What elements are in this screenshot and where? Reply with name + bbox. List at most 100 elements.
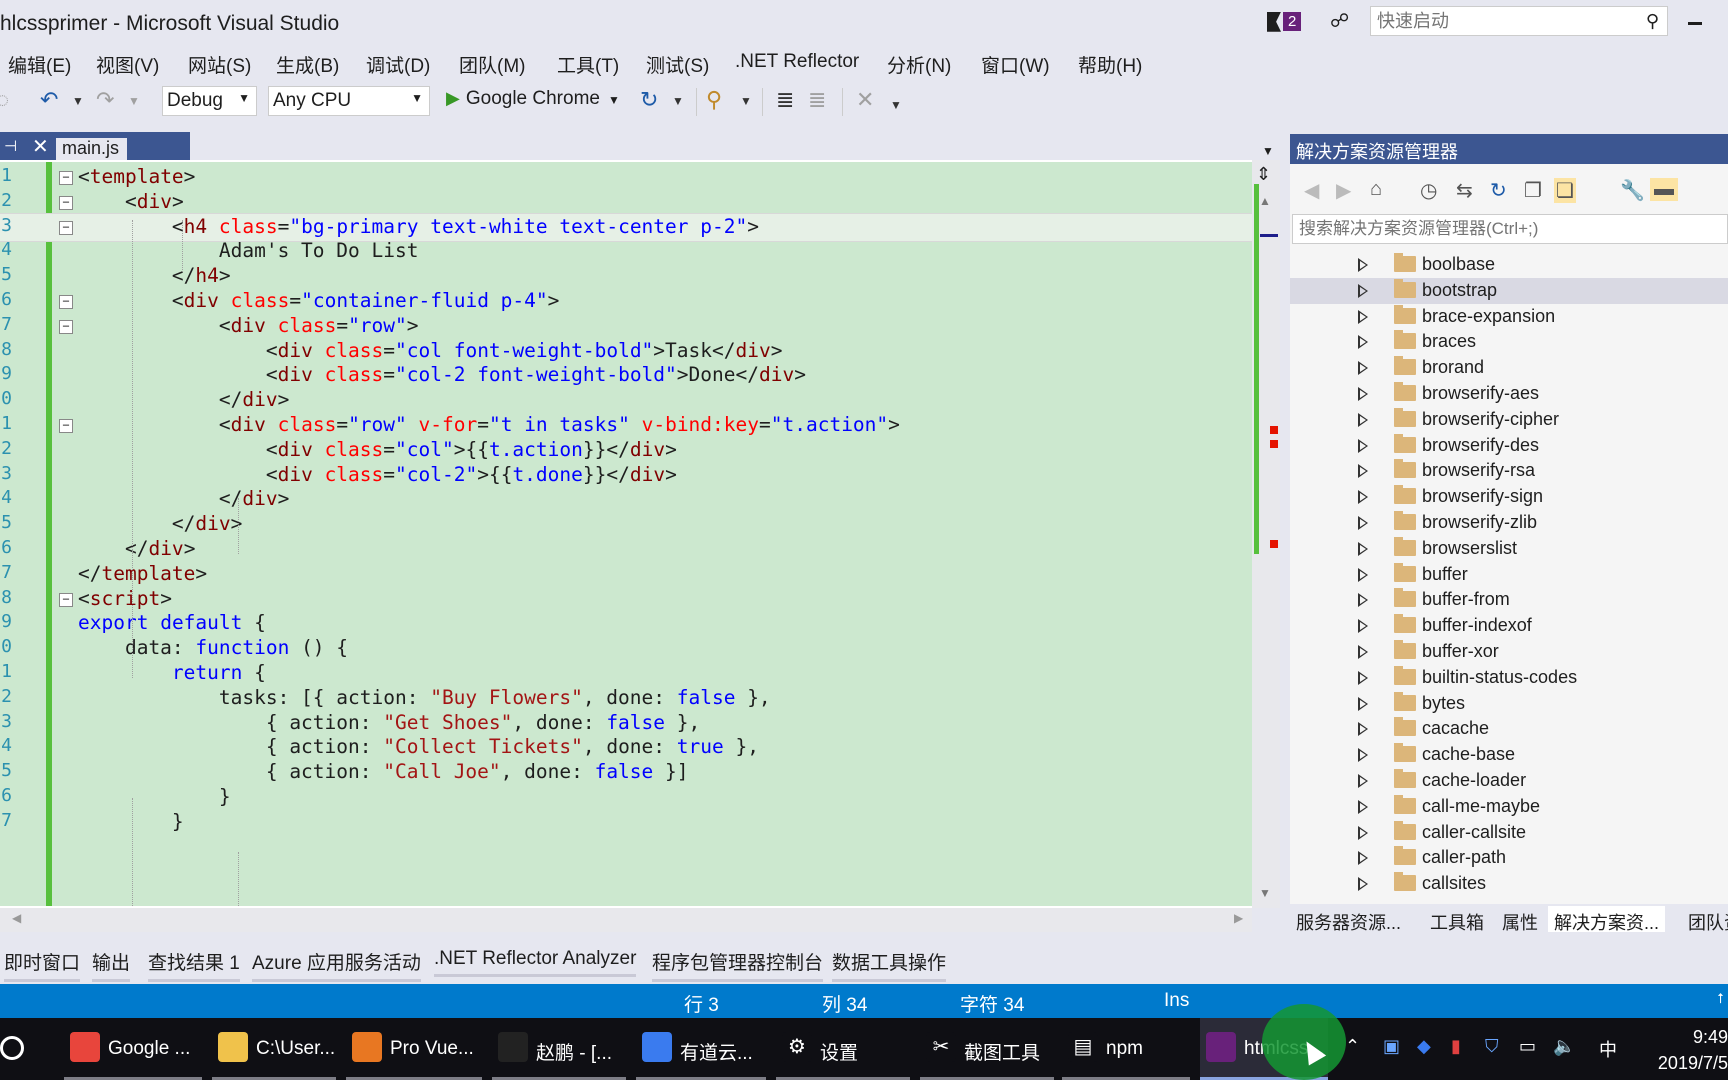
tree-item[interactable]: browserify-aes	[1290, 381, 1728, 407]
expand-icon[interactable]	[1358, 670, 1368, 685]
code-line[interactable]: 1− <div class="row" v-for="t in tasks" v…	[0, 412, 1252, 439]
taskbar-item[interactable]: ⚙ 设置	[776, 1018, 910, 1080]
preview-icon[interactable]: ▬	[1650, 178, 1678, 201]
overflow-icon[interactable]: ▼	[890, 98, 902, 112]
menu-view[interactable]: 视图(V)	[96, 51, 159, 78]
quick-launch-input[interactable]	[1371, 7, 1631, 35]
scroll-down-icon[interactable]: ▼	[1259, 886, 1271, 900]
security-icon[interactable]: ▮	[1451, 1036, 1461, 1057]
pin-icon[interactable]: ⊣	[4, 137, 17, 155]
code-line[interactable]: 1 return {	[0, 660, 1252, 687]
tab-immediate-window[interactable]: 即时窗口	[4, 948, 81, 982]
tree-item[interactable]: caller-callsite	[1290, 820, 1728, 846]
taskbar-item[interactable]: ▤ npm	[1062, 1018, 1190, 1080]
code-line[interactable]: 2 − <div>	[0, 189, 1252, 216]
tree-item[interactable]: brorand	[1290, 355, 1728, 381]
tab-output[interactable]: 输出	[92, 948, 131, 982]
code-line[interactable]: 0 data: function () {	[0, 635, 1252, 662]
collapse-icon[interactable]: −	[59, 195, 73, 210]
taskbar-item[interactable]: ✂ 截图工具	[920, 1018, 1054, 1080]
tab-data-tools[interactable]: 数据工具操作	[832, 948, 947, 982]
code-editor[interactable]: 1− <template> 2− <div> 3− <h4 class="bg-pri…	[0, 160, 1280, 908]
expand-icon[interactable]	[1358, 645, 1368, 659]
indent-icon[interactable]: ≣	[776, 87, 794, 113]
taskbar-item[interactable]: Google ...	[64, 1018, 202, 1080]
forward-icon[interactable]: ▶	[1336, 178, 1351, 203]
collapse-icon[interactable]: −	[59, 319, 73, 334]
expand-icon[interactable]	[1358, 258, 1368, 272]
clock[interactable]: 9:49 2019/7/5	[1640, 1024, 1728, 1076]
expand-icon[interactable]	[1358, 825, 1368, 840]
network-icon[interactable]: ▣	[1383, 1036, 1400, 1057]
expand-icon[interactable]	[1358, 799, 1368, 814]
code-line[interactable]: 5 </h4>	[0, 263, 1252, 290]
collapse-all-icon[interactable]: ❐	[1524, 178, 1542, 203]
menu-debug[interactable]: 调试(D)	[366, 51, 430, 78]
tab-toolbox[interactable]: 工具箱	[1430, 909, 1484, 935]
back-icon[interactable]: ◌	[0, 87, 9, 113]
code-line[interactable]: 9 <div class="col-2 font-weight-bold">Do…	[0, 362, 1252, 389]
code-line[interactable]: 6 − <div class="container-fluid p-4">	[0, 288, 1252, 315]
code-area[interactable]: 1− <template> 2− <div> 3− <h4 class="bg-pri…	[0, 162, 1252, 906]
tree-item[interactable]: buffer	[1290, 562, 1728, 588]
expand-icon[interactable]	[1358, 619, 1368, 634]
menu-test[interactable]: 测试(S)	[646, 51, 709, 78]
expand-icon[interactable]	[1358, 696, 1368, 711]
configuration-select[interactable]: Debug ▼	[162, 86, 257, 116]
code-line[interactable]: 8 − <script>	[0, 586, 1252, 613]
taskbar-item[interactable]: C:\User...	[212, 1018, 336, 1080]
expand-icon[interactable]	[1358, 593, 1368, 608]
overflow-icon[interactable]: ▼	[740, 94, 752, 108]
search-icon[interactable]: ⚲	[1646, 11, 1659, 32]
tab-azure-activity[interactable]: Azure 应用服务活动	[252, 948, 421, 982]
code-line[interactable]: 6 </div>	[0, 536, 1252, 563]
quick-launch[interactable]: ⚲	[1370, 6, 1668, 36]
taskbar-item[interactable]: Pro Vue...	[346, 1018, 482, 1080]
code-line[interactable]: 2 tasks: [{ action: "Buy Flowers", done:…	[0, 685, 1252, 712]
menu-edit[interactable]: 编辑(E)	[8, 51, 71, 78]
expand-icon[interactable]	[1358, 387, 1368, 401]
tree-item[interactable]: cache-base	[1290, 742, 1728, 768]
menu-analyze[interactable]: 分析(N)	[887, 51, 951, 78]
code-line[interactable]: 4 { action: "Collect Tickets", done: tru…	[0, 734, 1252, 761]
code-line[interactable]: 0 </div>	[0, 387, 1252, 414]
vertical-scrollbar[interactable]: ⇕ ▲ ▼	[1252, 160, 1280, 908]
expand-icon[interactable]	[1358, 541, 1368, 556]
expand-icon[interactable]	[1358, 567, 1368, 582]
tree-item[interactable]: browserify-sign	[1290, 484, 1728, 510]
home-icon[interactable]: ⌂	[1370, 178, 1382, 201]
menu-reflector[interactable]: .NET Reflector	[735, 51, 859, 73]
collapse-icon[interactable]: −	[59, 419, 73, 433]
tree-item[interactable]: boolbase	[1290, 252, 1728, 278]
taskbar-item[interactable]: 有道云...	[636, 1018, 766, 1080]
history-icon[interactable]: ◷	[1420, 178, 1437, 203]
refresh-icon[interactable]: ↻	[1490, 178, 1507, 203]
tree-item[interactable]: call-me-maybe	[1290, 794, 1728, 820]
collapse-icon[interactable]: −	[59, 295, 73, 309]
back-icon[interactable]: ◀	[1304, 178, 1319, 203]
menu-team[interactable]: 团队(M)	[459, 51, 525, 78]
refresh-icon[interactable]: ↻	[640, 87, 658, 113]
expand-icon[interactable]	[1358, 309, 1368, 324]
tree-item[interactable]: browserify-cipher	[1290, 407, 1728, 433]
code-line[interactable]: 3 − <h4 class="bg-primary text-white text…	[0, 212, 1252, 242]
tree-item[interactable]: browserslist	[1290, 536, 1728, 562]
code-line[interactable]: 6 }	[0, 784, 1252, 811]
tree-item[interactable]: browserify-rsa	[1290, 458, 1728, 484]
expand-icon[interactable]	[1358, 361, 1368, 376]
tab-properties[interactable]: 属性	[1502, 909, 1538, 935]
code-line[interactable]: 2 <div class="col">{{t.action}}</div>	[0, 437, 1252, 464]
scroll-right-icon[interactable]: ▶	[1234, 911, 1243, 925]
minimize-button[interactable]	[1688, 22, 1702, 25]
sync-icon[interactable]: ⇆	[1456, 178, 1473, 203]
menu-help[interactable]: 帮助(H)	[1078, 51, 1142, 78]
collapse-icon[interactable]: −	[59, 592, 73, 607]
chevron-down-icon[interactable]: ▼	[608, 93, 620, 107]
code-line[interactable]: 9 export default {	[0, 610, 1252, 637]
code-line[interactable]: 5 { action: "Call Joe", done: false }]	[0, 759, 1252, 786]
tree-item[interactable]: browserify-zlib	[1290, 510, 1728, 536]
tab-find-results[interactable]: 查找结果 1	[148, 948, 240, 982]
platform-select[interactable]: Any CPU ▼	[268, 86, 430, 116]
menu-tools[interactable]: 工具(T)	[557, 51, 619, 78]
scroll-left-icon[interactable]: ◀	[12, 911, 21, 925]
